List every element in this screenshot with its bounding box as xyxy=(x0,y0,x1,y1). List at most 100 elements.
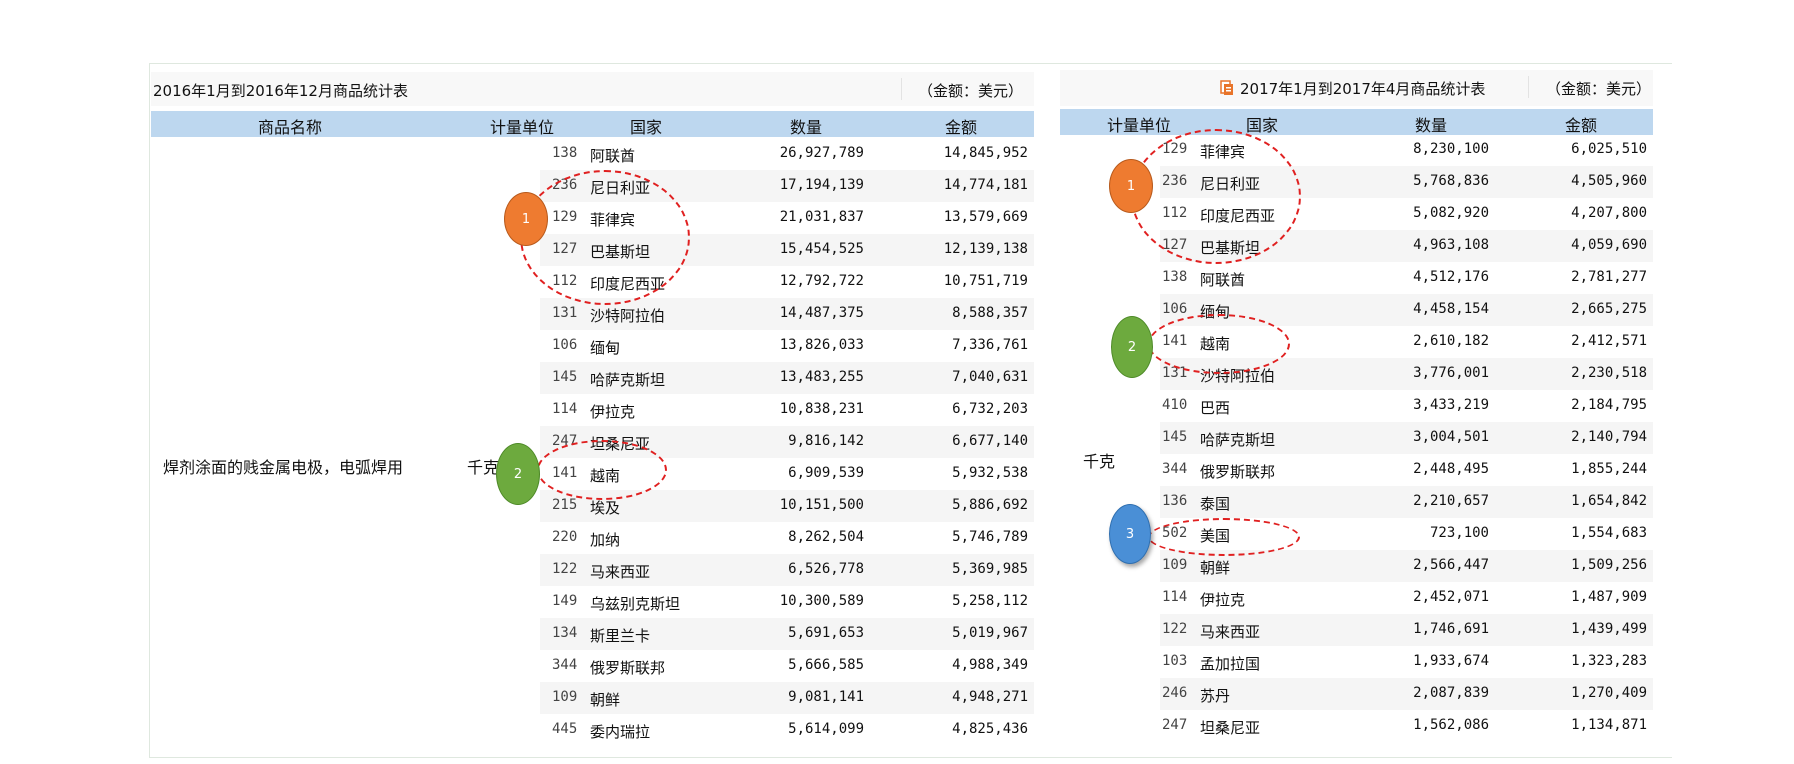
table-row: 112 印度尼西亚 12,792,722 10,751,719 xyxy=(540,266,1034,298)
row-code: 136 xyxy=(1162,493,1188,509)
table-row: 138 阿联酋 26,927,789 14,845,952 xyxy=(540,138,1034,170)
row-amount: 4,825,436 xyxy=(952,721,1028,737)
row-amount: 2,412,571 xyxy=(1571,333,1647,349)
row-amount: 1,270,409 xyxy=(1571,685,1647,701)
header-country: 国家 xyxy=(1246,116,1279,135)
row-country: 朝鲜 xyxy=(590,691,621,709)
table-row: 445 委内瑞拉 5,614,099 4,825,436 xyxy=(540,714,1034,746)
table-row: 247 坦桑尼亚 1,562,086 1,134,871 xyxy=(1160,710,1653,742)
row-amount: 10,751,719 xyxy=(943,273,1028,289)
row-country: 马来西亚 xyxy=(1200,623,1261,641)
row-code: 236 xyxy=(1162,173,1188,189)
row-amount: 5,886,692 xyxy=(952,497,1028,513)
table-row: 136 泰国 2,210,657 1,654,842 xyxy=(1160,486,1653,518)
table-row: 215 埃及 10,151,500 5,886,692 xyxy=(540,490,1034,522)
row-country: 苏丹 xyxy=(1200,687,1231,705)
row-code: 344 xyxy=(1162,461,1188,477)
row-amount: 6,677,140 xyxy=(952,433,1028,449)
table-row: 131 沙特阿拉伯 3,776,001 2,230,518 xyxy=(1160,358,1653,390)
table-row: 114 伊拉克 2,452,071 1,487,909 xyxy=(1160,582,1653,614)
row-country: 坦桑尼亚 xyxy=(590,435,651,453)
row-code: 127 xyxy=(1162,237,1188,253)
row-code: 112 xyxy=(1162,205,1188,221)
row-country: 尼日利亚 xyxy=(1200,175,1261,193)
row-country: 泰国 xyxy=(1200,495,1231,513)
row-amount: 2,230,518 xyxy=(1571,365,1647,381)
row-country: 加纳 xyxy=(590,531,621,549)
row-quantity: 9,816,142 xyxy=(788,433,864,449)
row-quantity: 13,826,033 xyxy=(779,337,864,353)
row-code: 109 xyxy=(1162,557,1188,573)
table-row: 129 菲律宾 21,031,837 13,579,669 xyxy=(540,202,1034,234)
table-row: 103 孟加拉国 1,933,674 1,323,283 xyxy=(1160,646,1653,678)
row-country: 坦桑尼亚 xyxy=(1200,719,1261,737)
row-quantity: 1,562,086 xyxy=(1413,717,1489,733)
row-amount: 8,588,357 xyxy=(952,305,1028,321)
row-quantity: 10,151,500 xyxy=(779,497,864,513)
table-row: 236 尼日利亚 5,768,836 4,505,960 xyxy=(1160,166,1653,198)
row-quantity: 10,300,589 xyxy=(779,593,864,609)
row-country: 哈萨克斯坦 xyxy=(590,371,666,389)
row-quantity: 4,512,176 xyxy=(1413,269,1489,285)
unit-cell: 千克 xyxy=(467,458,500,477)
row-amount: 1,855,244 xyxy=(1571,461,1647,477)
table-row: 410 巴西 3,433,219 2,184,795 xyxy=(1160,390,1653,422)
row-quantity: 2,452,071 xyxy=(1413,589,1489,605)
row-code: 246 xyxy=(1162,685,1188,701)
row-country: 乌兹别克斯坦 xyxy=(590,595,681,613)
row-quantity: 17,194,139 xyxy=(779,177,864,193)
table-row: 109 朝鲜 9,081,141 4,948,271 xyxy=(540,682,1034,714)
table-2016: 2016年1月到2016年12月商品统计表 （金额：美元） 商品名称 计量单位 … xyxy=(151,72,1034,756)
row-quantity: 13,483,255 xyxy=(779,369,864,385)
row-quantity: 1,933,674 xyxy=(1413,653,1489,669)
table-row: 109 朝鲜 2,566,447 1,509,256 xyxy=(1160,550,1653,582)
row-quantity: 3,776,001 xyxy=(1413,365,1489,381)
table-row: 246 苏丹 2,087,839 1,270,409 xyxy=(1160,678,1653,710)
table-row: 106 缅甸 4,458,154 2,665,275 xyxy=(1160,294,1653,326)
row-amount: 6,025,510 xyxy=(1571,141,1647,157)
header-quantity: 数量 xyxy=(790,118,823,137)
row-country: 马来西亚 xyxy=(590,563,651,581)
row-code: 131 xyxy=(552,305,578,321)
row-country: 哈萨克斯坦 xyxy=(1200,431,1276,449)
row-code: 502 xyxy=(1162,525,1188,541)
row-amount: 14,845,952 xyxy=(943,145,1028,161)
table-row: 141 越南 2,610,182 2,412,571 xyxy=(1160,326,1653,358)
unit-cell: 千克 xyxy=(1083,452,1116,471)
row-code: 247 xyxy=(1162,717,1188,733)
row-country: 俄罗斯联邦 xyxy=(1200,463,1276,481)
header-amount: 金额 xyxy=(1565,116,1598,135)
row-code: 114 xyxy=(552,401,578,417)
row-amount: 2,781,277 xyxy=(1571,269,1647,285)
row-code: 141 xyxy=(1162,333,1188,349)
table-row: 236 尼日利亚 17,194,139 14,774,181 xyxy=(540,170,1034,202)
row-country: 菲律宾 xyxy=(590,211,636,229)
table-row: 127 巴基斯坦 15,454,525 12,139,138 xyxy=(540,234,1034,266)
row-amount: 1,554,683 xyxy=(1571,525,1647,541)
row-code: 112 xyxy=(552,273,578,289)
table-title-bar: 2017年1月到2017年4月商品统计表 （金额：美元） xyxy=(1060,70,1653,106)
row-quantity: 5,691,653 xyxy=(788,625,864,641)
row-country: 尼日利亚 xyxy=(590,179,651,197)
header-quantity: 数量 xyxy=(1415,116,1448,135)
table-title: 2016年1月到2016年12月商品统计表 xyxy=(153,82,408,100)
document-icon xyxy=(1220,79,1234,100)
row-amount: 1,509,256 xyxy=(1571,557,1647,573)
row-code: 145 xyxy=(552,369,578,385)
row-country: 斯里兰卡 xyxy=(590,627,651,645)
row-code: 103 xyxy=(1162,653,1188,669)
table-row: 344 俄罗斯联邦 2,448,495 1,855,244 xyxy=(1160,454,1653,486)
row-country: 俄罗斯联邦 xyxy=(590,659,666,677)
row-code: 138 xyxy=(552,145,578,161)
table-row: 145 哈萨克斯坦 13,483,255 7,040,631 xyxy=(540,362,1034,394)
row-quantity: 2,448,495 xyxy=(1413,461,1489,477)
row-quantity: 5,614,099 xyxy=(788,721,864,737)
table-row: 247 坦桑尼亚 9,816,142 6,677,140 xyxy=(540,426,1034,458)
row-quantity: 4,458,154 xyxy=(1413,301,1489,317)
row-quantity: 21,031,837 xyxy=(779,209,864,225)
row-country: 阿联酋 xyxy=(1200,271,1246,289)
header-unit: 计量单位 xyxy=(1107,116,1172,135)
product-name-cell: 焊剂涂面的贱金属电极，电弧焊用 xyxy=(163,458,404,477)
amount-unit-note: （金额：美元） xyxy=(1546,80,1652,98)
row-amount: 1,134,871 xyxy=(1571,717,1647,733)
